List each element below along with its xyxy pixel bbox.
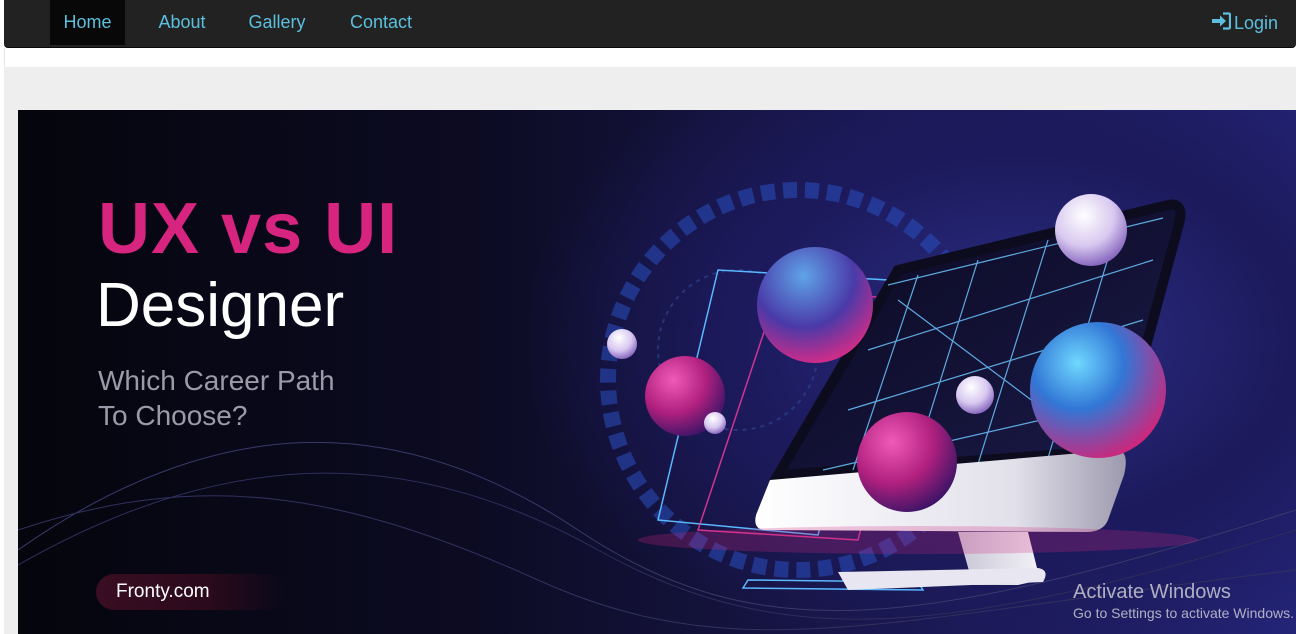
windows-activation-subtitle: Go to Settings to activate Windows. bbox=[1073, 605, 1294, 621]
banner-subtitle: Which Career Path To Choose? bbox=[98, 363, 418, 433]
navbar: Home About Gallery Contact Login bbox=[4, 0, 1296, 48]
banner-subtitle-line1: Which Career Path bbox=[98, 365, 335, 396]
banner-title-line1: UX vs UI bbox=[98, 189, 399, 269]
nav-item-about[interactable]: About bbox=[142, 0, 222, 45]
hero-banner-image: UX vs UI Designer Which Career Path To C… bbox=[18, 110, 1296, 634]
nav-item-contact[interactable]: Contact bbox=[336, 0, 426, 45]
nav-item-gallery[interactable]: Gallery bbox=[236, 0, 318, 45]
login-label: Login bbox=[1233, 13, 1278, 33]
sign-in-icon bbox=[1211, 12, 1232, 35]
banner-subtitle-line2: To Choose? bbox=[98, 400, 248, 431]
windows-activation-title: Activate Windows bbox=[1073, 581, 1231, 603]
banner-title-line2: Designer bbox=[96, 271, 345, 340]
nav-item-home[interactable]: Home bbox=[50, 0, 125, 45]
login-link[interactable]: Login bbox=[1211, 12, 1278, 35]
brand-label: Fronty.com bbox=[116, 581, 210, 602]
